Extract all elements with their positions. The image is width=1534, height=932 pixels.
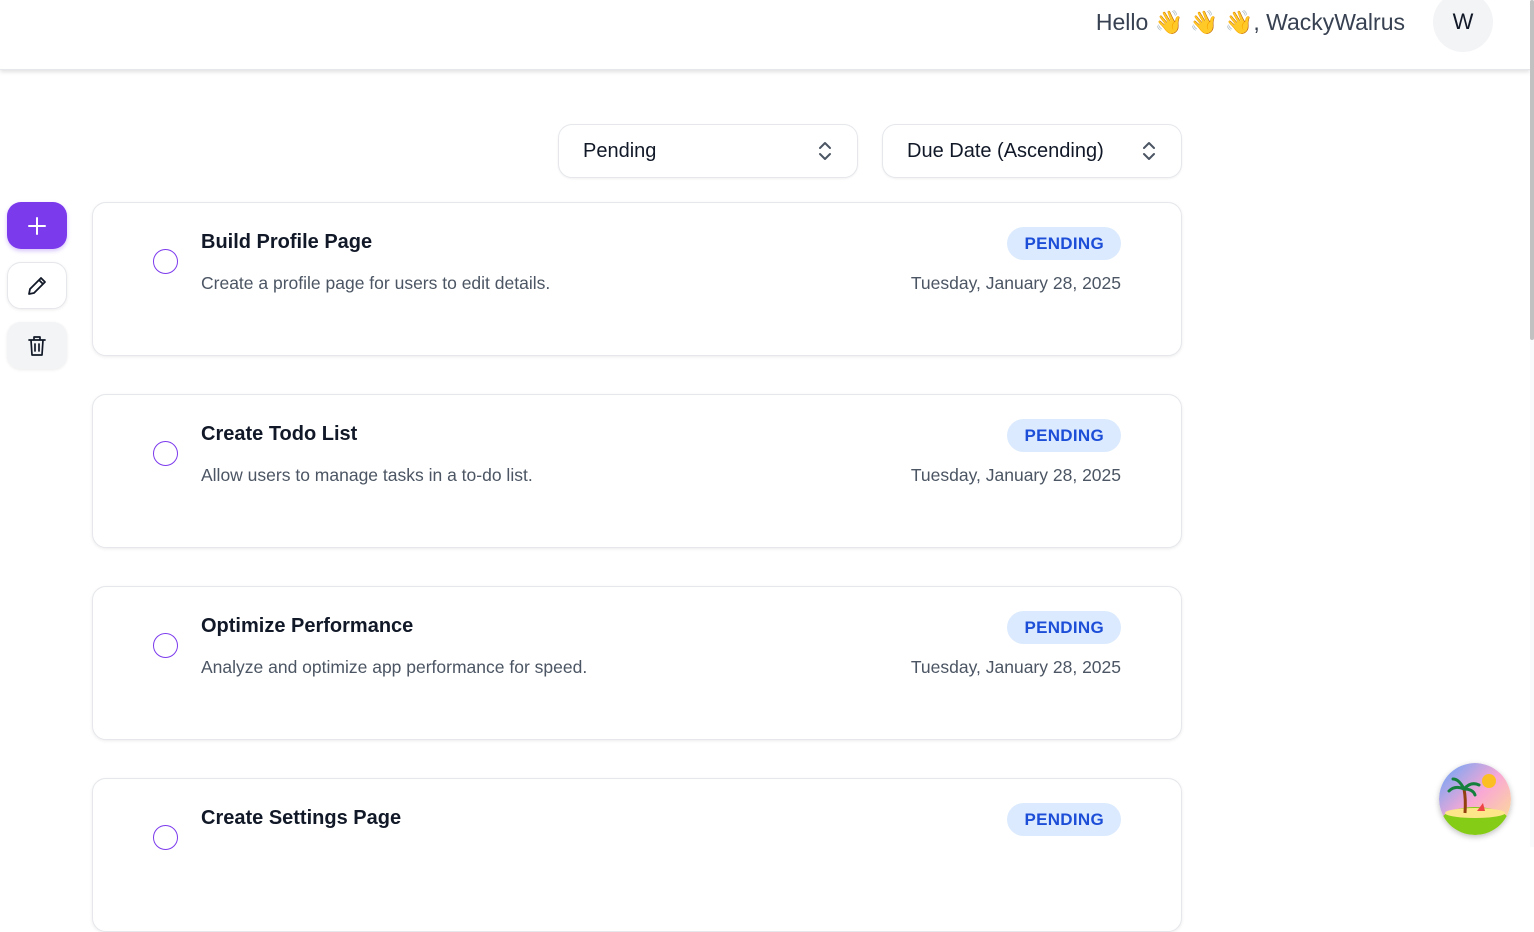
task-complete-checkbox[interactable] xyxy=(153,825,178,850)
task-title: Create Todo List xyxy=(201,423,358,445)
task-complete-checkbox[interactable] xyxy=(153,441,178,466)
task-description: Allow users to manage tasks in a to-do l… xyxy=(201,465,533,485)
task-card[interactable]: Build Profile Page Create a profile page… xyxy=(92,202,1182,356)
trash-icon xyxy=(28,335,46,356)
sort-select-value: Due Date (Ascending) xyxy=(907,139,1104,162)
chevron-up-down-icon xyxy=(819,142,831,160)
task-title: Create Settings Page xyxy=(201,807,402,829)
delete-task-button[interactable] xyxy=(7,322,67,369)
status-badge: PENDING xyxy=(1007,611,1121,644)
sort-select[interactable]: Due Date (Ascending) xyxy=(882,124,1182,178)
add-task-button[interactable] xyxy=(7,202,67,249)
task-title: Optimize Performance xyxy=(201,615,414,637)
edit-task-button[interactable] xyxy=(7,262,67,309)
scrollbar-track[interactable] xyxy=(1530,0,1534,847)
greeting-text: Hello 👋 👋 👋, WackyWalrus xyxy=(1095,9,1405,35)
plus-icon xyxy=(28,216,46,235)
status-filter-value: Pending xyxy=(583,139,657,162)
task-description: Create a profile page for users to edit … xyxy=(201,273,551,293)
task-complete-checkbox[interactable] xyxy=(153,633,178,658)
chevron-up-down-icon xyxy=(1143,142,1155,160)
task-card[interactable]: Optimize Performance Analyze and optimiz… xyxy=(92,586,1182,740)
status-badge: PENDING xyxy=(1007,227,1121,260)
user-avatar[interactable]: W xyxy=(1433,0,1493,52)
task-due-date: Tuesday, January 28, 2025 xyxy=(910,273,1121,293)
task-card[interactable]: Create Settings Page PENDING xyxy=(92,778,1182,932)
status-filter-select[interactable]: Pending xyxy=(558,124,858,178)
task-card[interactable]: Create Todo List Allow users to manage t… xyxy=(92,394,1182,548)
task-complete-checkbox[interactable] xyxy=(153,249,178,274)
island-icon xyxy=(1439,763,1511,835)
task-title: Build Profile Page xyxy=(201,231,373,253)
island-widget-button[interactable] xyxy=(1439,763,1511,835)
scrollbar-thumb[interactable] xyxy=(1530,0,1534,340)
pencil-icon xyxy=(28,276,46,295)
task-due-date: Tuesday, January 28, 2025 xyxy=(910,465,1121,485)
status-badge: PENDING xyxy=(1007,419,1121,452)
status-badge: PENDING xyxy=(1007,803,1121,836)
top-header: Hello 👋 👋 👋, WackyWalrus W xyxy=(0,0,1530,70)
task-due-date: Tuesday, January 28, 2025 xyxy=(910,657,1121,677)
task-description: Analyze and optimize app performance for… xyxy=(201,657,588,677)
